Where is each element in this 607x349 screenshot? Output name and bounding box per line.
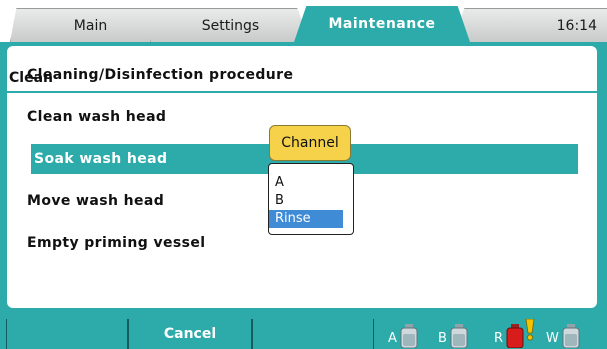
softkey-1[interactable] [6, 319, 128, 349]
menu-item-label: Cleaning/Disinfection procedure [27, 67, 294, 83]
tab-settings-label: Settings [201, 17, 260, 34]
bottle-b-icon [450, 324, 468, 348]
menu-item-label: Soak wash head [34, 151, 168, 167]
bottle-w-label: W [546, 331, 559, 346]
bottle-status-area: A B R W [376, 317, 607, 349]
tab-maintenance-label: Maintenance [328, 16, 436, 32]
menu-item-label: Clean wash head [27, 109, 167, 125]
channel-option-b[interactable]: B [269, 192, 343, 210]
menu-item-label: Empty priming vessel [27, 235, 206, 251]
bottle-a-icon [400, 324, 418, 348]
softkey-3[interactable] [252, 319, 374, 349]
tab-maintenance[interactable]: Maintenance [294, 6, 470, 42]
tab-bar-clock-area: 16:14 [452, 8, 607, 42]
channel-option-list[interactable]: A B Rinse [268, 163, 354, 235]
tab-main[interactable]: Main [10, 8, 170, 42]
menu-item-cleaning-disinfection[interactable]: Cleaning/Disinfection procedure [24, 60, 584, 90]
bottle-b-label: B [438, 331, 447, 346]
tab-main-label: Main [73, 17, 108, 34]
clock: 16:14 [556, 17, 597, 34]
menu-item-label: Move wash head [27, 193, 165, 209]
alert-exclamation-icon [525, 319, 535, 341]
bottom-bar: Cancel A B R W [0, 315, 607, 349]
channel-option-rinse[interactable]: Rinse [269, 210, 343, 228]
bottle-w-icon [562, 324, 580, 348]
bottle-a-label: A [388, 331, 397, 346]
bottle-r-label: R [494, 331, 504, 346]
tab-bar: Main Settings 16:14 Maintenance [0, 0, 607, 42]
channel-option-a[interactable]: A [269, 174, 343, 192]
channel-popup-label: Channel [269, 125, 351, 161]
tab-settings[interactable]: Settings [150, 8, 310, 42]
cancel-button[interactable]: Cancel [128, 319, 252, 349]
